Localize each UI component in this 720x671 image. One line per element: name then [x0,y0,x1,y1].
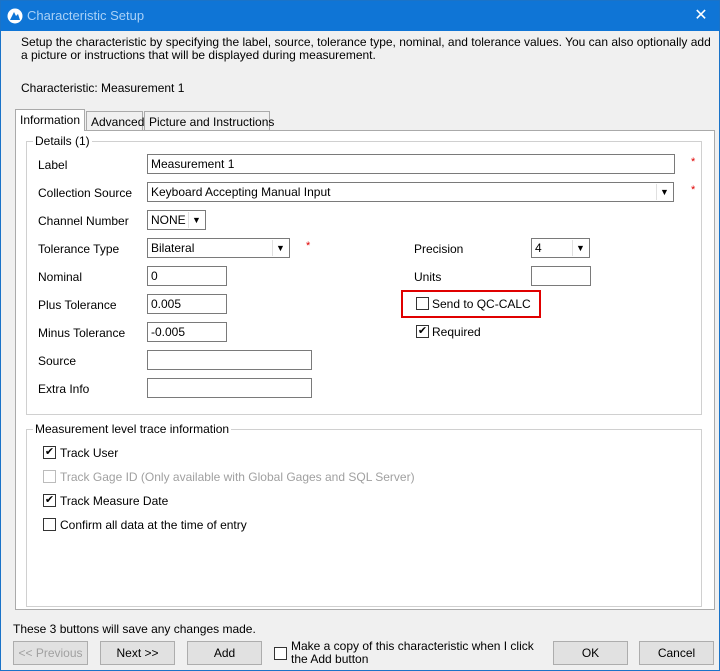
characteristic-setup-window: Characteristic Setup ✕ Setup the charact… [0,0,720,671]
chevron-down-icon: ▼ [188,212,204,228]
characteristic-name-label: Characteristic: Measurement 1 [21,81,185,95]
tab-information[interactable]: Information [15,109,85,131]
required-checkbox[interactable]: ✔ [416,325,429,338]
window-title: Characteristic Setup [27,8,145,23]
tolerance-type-caption: Tolerance Type [38,242,120,256]
check-icon: ✔ [417,325,428,337]
track-gage-id-checkbox [43,470,56,483]
source-input[interactable] [147,350,312,370]
next-button[interactable]: Next >> [100,641,175,665]
cancel-button[interactable]: Cancel [639,641,714,665]
plus-tolerance-input[interactable]: 0.005 [147,294,227,314]
nominal-caption: Nominal [38,270,83,284]
tab-picture-and-instructions[interactable]: Picture and Instructions [144,111,274,131]
tab-information-label: Information [20,113,81,127]
extra-info-input[interactable] [147,378,312,398]
title-bar: Characteristic Setup ✕ [1,1,719,31]
tolerance-type-required-marker: * [306,240,311,252]
track-user-checkbox[interactable]: ✔ [43,446,56,459]
track-gage-id-label: Track Gage ID (Only available with Globa… [60,470,415,484]
footer-note: These 3 buttons will save any changes ma… [13,622,256,636]
confirm-data-checkbox[interactable] [43,518,56,531]
channel-number-dropdown[interactable]: NONE ▼ [147,210,206,230]
tolerance-type-dropdown[interactable]: Bilateral ▼ [147,238,290,258]
extra-info-caption: Extra Info [38,382,90,396]
ok-button[interactable]: OK [553,641,628,665]
label-required-marker: * [691,156,696,168]
send-to-qc-calc-checkbox[interactable] [416,297,429,310]
precision-value: 4 [535,241,542,255]
chevron-down-icon: ▼ [572,240,588,256]
collection-source-dropdown[interactable]: Keyboard Accepting Manual Input ▼ [147,182,674,202]
details-group: Details (1) Label Measurement 1 * Collec… [26,134,702,415]
units-input[interactable] [531,266,591,286]
precision-dropdown[interactable]: 4 ▼ [531,238,590,258]
collection-source-required-marker: * [691,184,696,196]
nominal-input[interactable]: 0 [147,266,227,286]
tolerance-type-value: Bilateral [151,241,195,255]
track-measure-date-label[interactable]: Track Measure Date [60,494,168,508]
chevron-down-icon: ▼ [656,184,672,200]
required-label[interactable]: Required [432,325,481,339]
collection-source-value: Keyboard Accepting Manual Input [151,185,331,199]
units-caption: Units [414,270,442,284]
minus-tolerance-caption: Minus Tolerance [38,326,126,340]
label-caption: Label [38,158,68,172]
send-to-qc-calc-label[interactable]: Send to QC-CALC [432,297,531,311]
tab-picture-label: Picture and Instructions [149,115,275,129]
information-panel: Details (1) Label Measurement 1 * Collec… [15,130,715,610]
label-input[interactable]: Measurement 1 [147,154,675,174]
check-icon: ✔ [44,494,55,506]
close-icon[interactable]: ✕ [691,6,711,26]
chevron-down-icon: ▼ [272,240,288,256]
add-button[interactable]: Add [187,641,262,665]
collection-source-caption: Collection Source [38,186,133,200]
plus-tolerance-caption: Plus Tolerance [38,298,117,312]
intro-text: Setup the characteristic by specifying t… [21,35,711,62]
confirm-data-label[interactable]: Confirm all data at the time of entry [60,518,247,532]
trace-group: Measurement level trace information ✔ Tr… [26,422,702,607]
tab-advanced-label: Advanced [91,115,145,129]
make-copy-label[interactable]: Make a copy of this characteristic when … [291,640,541,666]
track-user-label[interactable]: Track User [60,446,118,460]
precision-caption: Precision [414,242,464,256]
previous-button: << Previous [13,641,88,665]
tab-advanced[interactable]: Advanced [86,111,145,131]
app-icon [7,8,23,24]
track-measure-date-checkbox[interactable]: ✔ [43,494,56,507]
trace-group-title: Measurement level trace information [33,422,232,436]
channel-number-value: NONE [151,213,186,227]
details-group-title: Details (1) [33,134,92,148]
source-caption: Source [38,354,77,368]
make-copy-checkbox[interactable] [274,647,287,660]
minus-tolerance-input[interactable]: -0.005 [147,322,227,342]
channel-number-caption: Channel Number [38,214,129,228]
check-icon: ✔ [44,446,55,458]
